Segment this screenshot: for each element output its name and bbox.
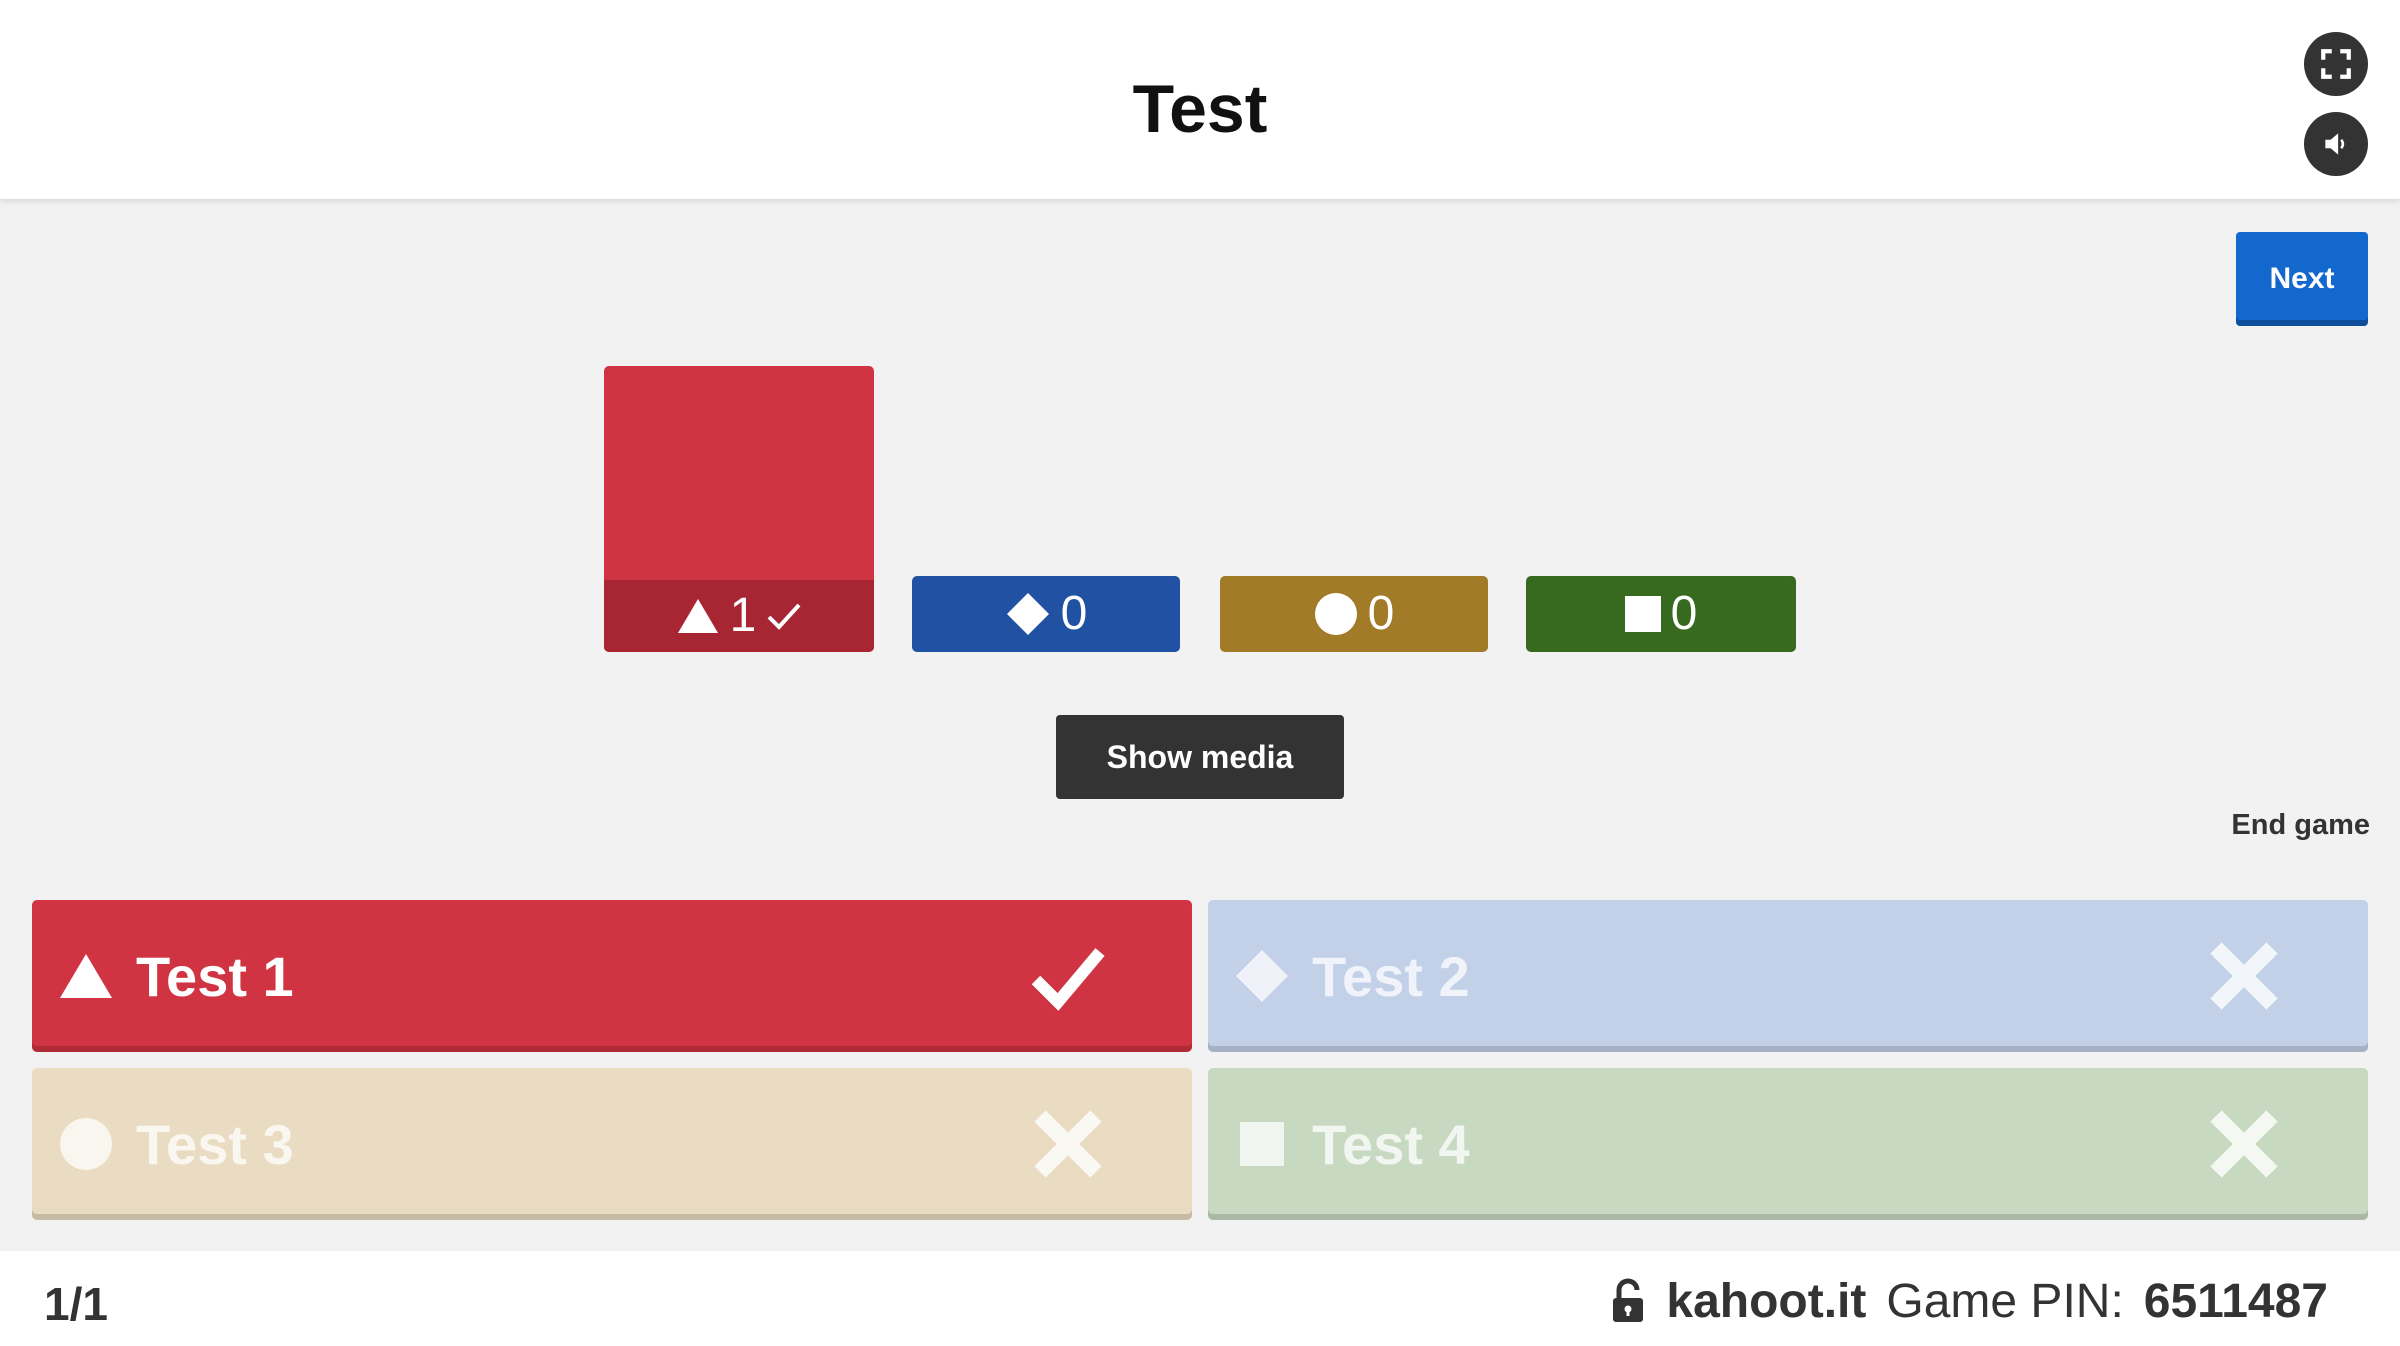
result-bar-label: 0	[1220, 576, 1488, 652]
result-bar-diamond: 0	[912, 576, 1180, 652]
cross-icon	[2210, 1110, 2278, 1178]
answer-text: Test 2	[1312, 944, 1470, 1008]
question-title: Test	[1132, 71, 1268, 147]
circle-icon	[1314, 593, 1357, 635]
answer-diamond: Test 2	[1208, 900, 2368, 1052]
check-icon	[1031, 948, 1105, 1011]
answer-text: Test 4	[1312, 1112, 1470, 1176]
result-count: 0	[1060, 587, 1088, 640]
answer-triangle: Test 1	[32, 900, 1192, 1052]
show-media-button[interactable]: Show media	[1056, 715, 1344, 799]
next-button[interactable]: Next	[2236, 232, 2368, 326]
result-bar-triangle: 1	[604, 366, 874, 652]
speaker-icon	[2325, 133, 2345, 155]
sound-button[interactable]	[2304, 112, 2368, 176]
cross-icon	[1034, 1110, 1102, 1178]
answer-square: Test 4	[1208, 1068, 2368, 1220]
triangle-icon	[60, 954, 112, 998]
square-icon	[1624, 596, 1661, 632]
end-game-button[interactable]: End game	[2170, 805, 2370, 845]
game-pin-area: kahoot.it Game PIN: 6511487	[1610, 1271, 2328, 1331]
result-count: 0	[1670, 587, 1698, 640]
lock-icon	[1613, 1278, 1644, 1322]
result-count: 0	[1367, 587, 1395, 640]
cross-icon	[2210, 942, 2278, 1010]
result-bar-label: 0	[1526, 576, 1796, 652]
result-count: 1	[729, 589, 757, 642]
check-icon	[767, 603, 801, 630]
result-bar-label: 1	[604, 580, 874, 652]
pin-label: Game PIN:	[1886, 1274, 2124, 1328]
diamond-icon	[1006, 593, 1049, 635]
result-bar-label: 0	[912, 576, 1180, 652]
footer: 1/1 kahoot.it Game PIN: 6511487	[0, 1251, 2400, 1346]
square-icon	[1240, 1122, 1284, 1166]
diamond-icon	[1236, 950, 1288, 1002]
expand-icon	[2321, 49, 2351, 79]
circle-icon	[60, 1118, 112, 1170]
site-name: kahoot.it	[1666, 1274, 1867, 1328]
answer-text: Test 3	[136, 1112, 294, 1176]
result-bar-square: 0	[1526, 576, 1796, 652]
question-counter: 1/1	[44, 1278, 108, 1330]
answer-circle: Test 3	[32, 1068, 1192, 1220]
answer-text: Test 1	[136, 944, 294, 1008]
header: Test	[0, 0, 2400, 199]
pin-value: 6511487	[2143, 1274, 2328, 1328]
triangle-icon	[677, 599, 718, 633]
fullscreen-button[interactable]	[2304, 32, 2368, 96]
result-bar-circle: 0	[1220, 576, 1488, 652]
